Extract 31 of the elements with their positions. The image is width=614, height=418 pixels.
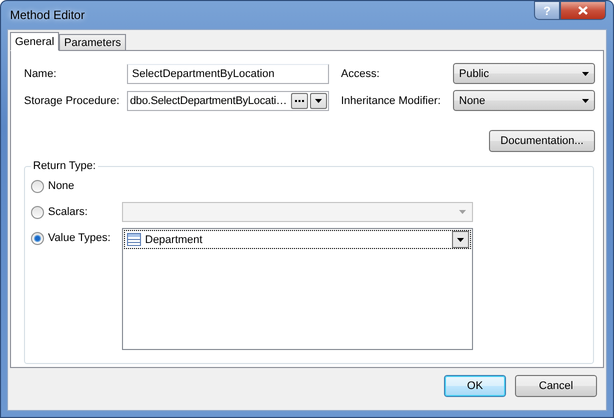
value-types-list[interactable]: Department: [122, 228, 473, 350]
browse-button[interactable]: [291, 92, 308, 108]
dropdown-arrow-icon: [459, 210, 466, 214]
access-dropdown[interactable]: Public: [453, 63, 595, 84]
documentation-button[interactable]: Documentation...: [489, 130, 595, 152]
field-label: Name:: [24, 68, 58, 80]
table-icon: [127, 233, 141, 246]
close-button[interactable]: [560, 1, 606, 20]
dropdown-button[interactable]: [310, 92, 327, 108]
radio-option[interactable]: None: [31, 176, 122, 196]
dropdown-arrow-icon: [457, 238, 464, 242]
name-field[interactable]: SelectDepartmentByLocation: [127, 64, 329, 84]
storage-procedure-field[interactable]: dbo.SelectDepartmentByLocati…: [127, 90, 329, 110]
inheritance-dropdown[interactable]: None: [453, 90, 595, 111]
close-icon: [578, 6, 588, 15]
radio-option[interactable]: Value Types:: [31, 228, 122, 248]
dropdown-arrow-icon: [315, 98, 322, 102]
radio-button[interactable]: [31, 232, 44, 244]
field-label: Storage Procedure:: [24, 94, 120, 106]
dropdown-arrow-icon: [582, 72, 589, 76]
group-title: Return Type:: [32, 160, 97, 172]
dropdown-arrow-icon: [582, 98, 589, 102]
dialog-button[interactable]: Cancel: [515, 375, 597, 397]
value-types-dropdown[interactable]: Department: [124, 230, 471, 249]
field-label: Access:: [341, 68, 381, 80]
radio-button[interactable]: [31, 180, 44, 192]
dialog-button[interactable]: OK: [444, 375, 506, 397]
tab[interactable]: General: [10, 32, 60, 51]
window-title: Method Editor: [10, 8, 85, 22]
field-label: Inheritance Modifier:: [341, 94, 442, 106]
tab[interactable]: Parameters: [59, 34, 126, 50]
